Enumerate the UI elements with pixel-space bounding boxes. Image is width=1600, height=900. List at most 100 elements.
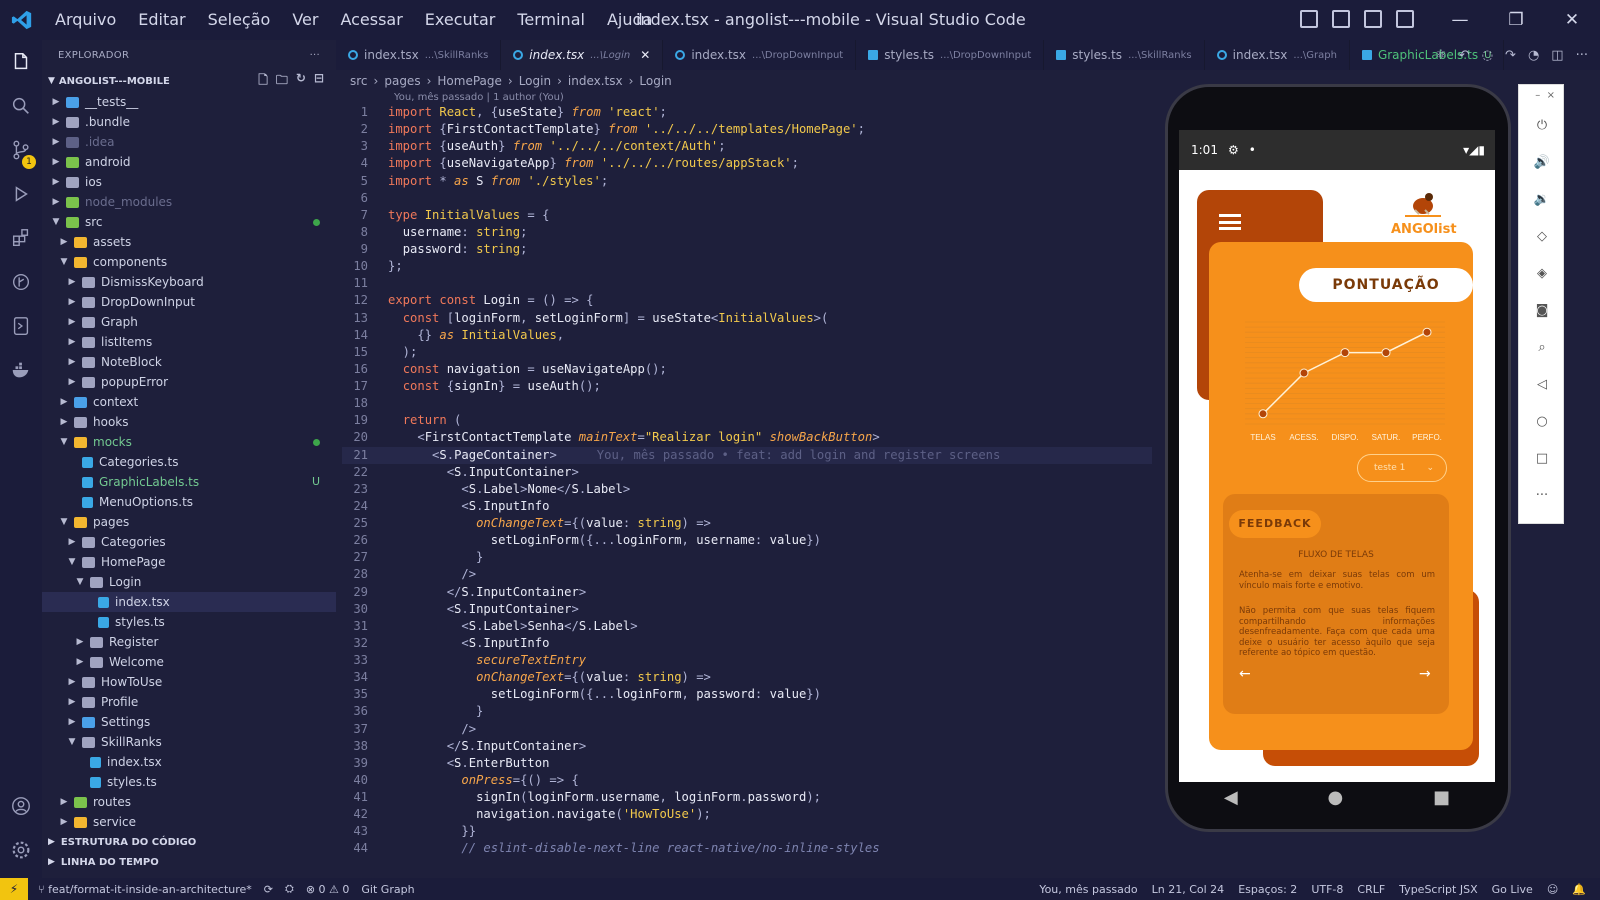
code-line[interactable]: 32 <S.InputInfo bbox=[342, 635, 1152, 652]
collapse-all-icon[interactable]: ⊟ bbox=[314, 71, 324, 92]
tree-folder[interactable]: ▶ DropDownInput bbox=[42, 292, 336, 312]
feedback-icon[interactable]: ☺ bbox=[1547, 883, 1558, 896]
code-line[interactable]: 16 const navigation = useNavigateApp(); bbox=[342, 361, 1152, 378]
tree-folder[interactable]: ▼ pages bbox=[42, 512, 336, 532]
indentation[interactable]: Espaços: 2 bbox=[1238, 883, 1297, 896]
code-line[interactable]: 22 <S.InputContainer> bbox=[342, 464, 1152, 481]
notifications-icon[interactable]: 🔔 bbox=[1572, 883, 1586, 896]
docker-icon[interactable] bbox=[0, 348, 42, 392]
code-line[interactable]: 21 <S.PageContainer> You, mês passado • f… bbox=[342, 446, 1152, 464]
tree-file[interactable]: index.tsx bbox=[42, 752, 336, 772]
code-line[interactable]: 18 bbox=[342, 395, 1152, 412]
tree-folder[interactable]: ▶ Profile bbox=[42, 692, 336, 712]
test-select[interactable]: teste 1 ⌄ bbox=[1357, 454, 1447, 482]
codelens-blame[interactable]: You, mês passado | 1 author (You) bbox=[394, 92, 564, 103]
overview-icon[interactable]: □ bbox=[1519, 440, 1565, 477]
customize-layout-icon[interactable] bbox=[1396, 10, 1414, 28]
tree-folder[interactable]: ▼ src bbox=[42, 212, 336, 232]
breadcrumb-item[interactable]: Login bbox=[519, 74, 551, 88]
code-line[interactable]: 39 <S.EnterButton bbox=[342, 755, 1152, 772]
code-line[interactable]: 31 <S.Label>Senha</S.Label> bbox=[342, 618, 1152, 635]
editor-tab[interactable]: index.tsx ...\DropDownInput bbox=[663, 40, 857, 70]
code-line[interactable]: 43 }} bbox=[342, 823, 1152, 840]
code-line[interactable]: 11 bbox=[342, 275, 1152, 292]
code-line[interactable]: 40 onPress={() => { bbox=[342, 772, 1152, 789]
code-line[interactable]: 13 const [loginForm, setLoginForm] = use… bbox=[342, 310, 1152, 327]
arrow-right-icon[interactable]: → bbox=[1419, 666, 1431, 682]
menu-item-6[interactable]: Terminal bbox=[506, 0, 596, 40]
tree-folder[interactable]: ▼ HomePage bbox=[42, 552, 336, 572]
menu-item-1[interactable]: Editar bbox=[127, 0, 196, 40]
menu-item-5[interactable]: Executar bbox=[414, 0, 507, 40]
settings-gear-icon[interactable] bbox=[0, 828, 42, 872]
react-icon[interactable]: ⚛ bbox=[1435, 48, 1447, 63]
code-line[interactable]: 24 <S.InputInfo bbox=[342, 498, 1152, 515]
split-editor-icon[interactable]: ◫ bbox=[1551, 48, 1563, 63]
nav-back-button[interactable]: ◀ bbox=[1224, 787, 1238, 808]
git-graph-button[interactable]: Git Graph bbox=[361, 883, 414, 896]
sync-icon[interactable]: ⟳ bbox=[264, 883, 273, 896]
tree-file[interactable]: styles.ts bbox=[42, 612, 336, 632]
code-line[interactable]: 4 import {useNavigateApp} from '../../../… bbox=[342, 155, 1152, 172]
tree-folder[interactable]: ▶ service bbox=[42, 812, 336, 832]
editor-tab[interactable]: index.tsx ...\Graph bbox=[1205, 40, 1350, 70]
tree-folder[interactable]: ▶ .bundle bbox=[42, 112, 336, 132]
tree-folder[interactable]: ▶ android bbox=[42, 152, 336, 172]
code-line[interactable]: 26 setLoginForm({...loginForm, username:… bbox=[342, 532, 1152, 549]
close-button[interactable]: ✕ bbox=[1544, 0, 1600, 40]
code-line[interactable]: 35 setLoginForm({...loginForm, password:… bbox=[342, 686, 1152, 703]
volume-down-icon[interactable]: 🔉 bbox=[1519, 181, 1565, 218]
minimize-icon[interactable]: – bbox=[1535, 90, 1540, 101]
toggle-sidebar-icon[interactable] bbox=[1300, 10, 1318, 28]
tree-folder[interactable]: ▶ HowToUse bbox=[42, 672, 336, 692]
code-line[interactable]: 42 navigation.navigate('HowToUse'); bbox=[342, 806, 1152, 823]
language-mode[interactable]: TypeScript JSX bbox=[1399, 883, 1477, 896]
tree-folder[interactable]: ▶ node_modules bbox=[42, 192, 336, 212]
end-of-line[interactable]: CRLF bbox=[1357, 883, 1385, 896]
tree-folder[interactable]: ▶ listItems bbox=[42, 332, 336, 352]
code-line[interactable]: 6 bbox=[342, 190, 1152, 207]
tree-folder[interactable]: ▶ Graph bbox=[42, 312, 336, 332]
breadcrumb-item[interactable]: pages bbox=[384, 74, 420, 88]
code-line[interactable]: 44 // eslint-disable-next-line react-nat… bbox=[342, 840, 1152, 857]
nav-home-button[interactable]: ● bbox=[1328, 787, 1344, 808]
code-line[interactable]: 5 import * as S from './styles'; bbox=[342, 173, 1152, 190]
tree-folder[interactable]: ▶ NoteBlock bbox=[42, 352, 336, 372]
code-line[interactable]: 10}; bbox=[342, 258, 1152, 275]
go-live-button[interactable]: Go Live bbox=[1492, 883, 1533, 896]
code-line[interactable]: 8 username: string; bbox=[342, 224, 1152, 241]
code-line[interactable]: 33 secureTextEntry bbox=[342, 652, 1152, 669]
code-line[interactable]: 12 export const Login = () => { bbox=[342, 292, 1152, 309]
editor-tab[interactable]: index.tsx ...\Login ✕ bbox=[501, 40, 664, 70]
encoding[interactable]: UTF-8 bbox=[1311, 883, 1343, 896]
code-line[interactable]: 28 /> bbox=[342, 566, 1152, 583]
tree-folder[interactable]: ▶ .idea bbox=[42, 132, 336, 152]
code-line[interactable]: 30 <S.InputContainer> bbox=[342, 601, 1152, 618]
code-line[interactable]: 41 signIn(loginForm.username, loginForm.… bbox=[342, 789, 1152, 806]
timeline-icon[interactable]: ◔ bbox=[1528, 48, 1539, 63]
nav-recents-button[interactable]: ■ bbox=[1433, 787, 1450, 808]
tree-folder[interactable]: ▼ SkillRanks bbox=[42, 732, 336, 752]
run-debug-icon[interactable] bbox=[0, 172, 42, 216]
back-icon[interactable]: ◁ bbox=[1519, 366, 1565, 403]
code-line[interactable]: 37 /> bbox=[342, 721, 1152, 738]
code-line[interactable]: 3 import {useAuth} from '../../../context… bbox=[342, 138, 1152, 155]
tree-folder[interactable]: ▶ ios bbox=[42, 172, 336, 192]
close-tab-icon[interactable]: ✕ bbox=[640, 48, 650, 62]
open-changes-icon[interactable]: ◌ bbox=[1482, 48, 1493, 63]
cursor-position[interactable]: Ln 21, Col 24 bbox=[1152, 883, 1225, 896]
code-line[interactable]: 9 password: string; bbox=[342, 241, 1152, 258]
remote-explorer-icon[interactable] bbox=[0, 304, 42, 348]
code-line[interactable]: 20 <FirstContactTemplate mainText="Reali… bbox=[342, 429, 1152, 446]
code-line[interactable]: 36 } bbox=[342, 703, 1152, 720]
editor-scrollbar[interactable] bbox=[1152, 104, 1166, 874]
menu-item-0[interactable]: Arquivo bbox=[44, 0, 127, 40]
code-line[interactable]: 17 const {signIn} = useAuth(); bbox=[342, 378, 1152, 395]
blame-status[interactable]: You, mês passado bbox=[1039, 883, 1137, 896]
go-back-icon[interactable]: ↶ bbox=[1459, 48, 1470, 63]
breadcrumb-item[interactable]: src bbox=[350, 74, 368, 88]
tree-folder[interactable]: ▶ Register bbox=[42, 632, 336, 652]
code-line[interactable]: 25 onChangeText={(value: string) => bbox=[342, 515, 1152, 532]
refresh-icon[interactable]: ↻ bbox=[296, 71, 306, 92]
search-icon[interactable] bbox=[0, 84, 42, 128]
